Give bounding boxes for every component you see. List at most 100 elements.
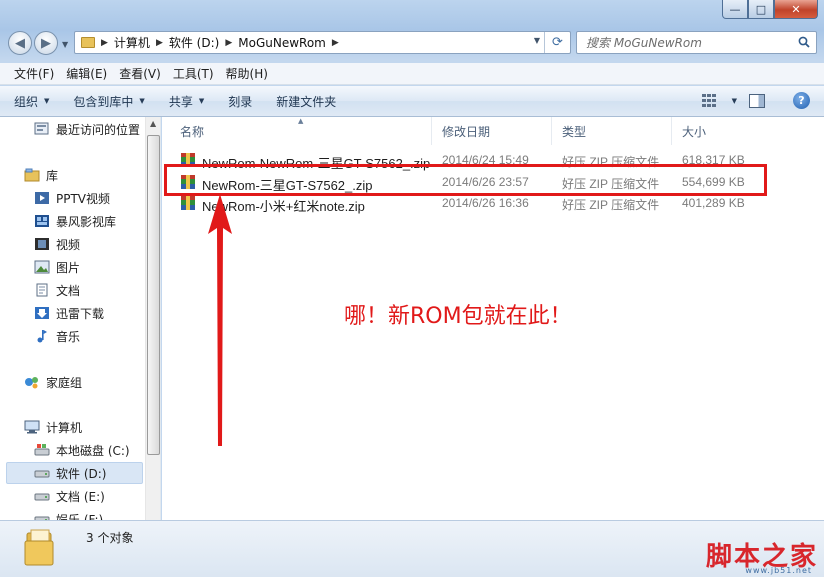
nav-libraries[interactable]: 库: [24, 164, 58, 186]
chevron-right-icon[interactable]: ▶: [332, 38, 339, 48]
breadcrumb-mogunewrom[interactable]: MoGuNewRom: [238, 36, 326, 50]
nav-library-label: 视频: [56, 237, 81, 252]
system-drive-icon: [34, 444, 50, 456]
column-type[interactable]: 类型: [552, 117, 672, 145]
zip-archive-icon: [181, 196, 195, 210]
column-size[interactable]: 大小: [672, 117, 762, 145]
nav-homegroup[interactable]: 家庭组: [24, 371, 82, 393]
nav-drive-label: 本地磁盘 (C:): [56, 443, 130, 458]
change-view-icon[interactable]: [701, 93, 718, 108]
nav-drive-c[interactable]: 本地磁盘 (C:): [34, 439, 130, 461]
back-button[interactable]: ◀: [8, 31, 32, 55]
nav-library-pictures[interactable]: 图片: [34, 256, 80, 278]
nav-homegroup-label: 家庭组: [46, 375, 83, 390]
nav-library-label: 文档: [56, 283, 81, 298]
nav-libraries-label: 库: [46, 168, 59, 183]
forward-arrow-icon: ▶: [41, 35, 51, 51]
chevron-right-icon[interactable]: ▶: [225, 38, 232, 48]
chevron-down-icon[interactable]: ▼: [732, 97, 737, 105]
nav-drive-label: 娱乐 (F:): [56, 512, 104, 521]
nav-library-baofeng[interactable]: 暴风影视库: [34, 210, 116, 232]
chevron-down-icon: ▼: [139, 97, 145, 105]
nav-library-label: 迅雷下载: [56, 306, 105, 321]
column-size-label: 大小: [682, 124, 707, 139]
breadcrumb-drive-d[interactable]: 软件 (D:): [169, 34, 219, 51]
document-icon: [36, 283, 48, 297]
search-box[interactable]: 搜索 MoGuNewRom: [576, 31, 817, 54]
folder-icon: [24, 529, 54, 566]
libraries-icon: [24, 168, 40, 182]
nav-recent-label: 最近访问的位置: [56, 122, 141, 137]
file-modified: 2014/6/26 16:36: [442, 196, 529, 210]
help-icon[interactable]: ?: [793, 92, 810, 109]
caption-buttons: — □ ✕: [722, 0, 818, 20]
file-size: 401,289 KB: [682, 196, 745, 210]
recent-pages-dropdown[interactable]: ▼: [62, 40, 68, 49]
drive-icon: [34, 493, 50, 501]
burn-button[interactable]: 刻录: [228, 93, 252, 110]
new-folder-button[interactable]: 新建文件夹: [276, 93, 336, 110]
file-row[interactable]: NewRom-小米+红米note.zip 2014/6/26 16:36 好压 …: [180, 193, 800, 215]
menu-help[interactable]: 帮助(H): [220, 65, 274, 82]
menu-tools[interactable]: 工具(T): [167, 65, 220, 82]
column-modified[interactable]: 修改日期: [432, 117, 552, 145]
close-button[interactable]: ✕: [774, 0, 818, 19]
preview-pane-icon[interactable]: [749, 93, 765, 108]
download-icon: [35, 307, 49, 319]
column-modified-label: 修改日期: [442, 124, 491, 139]
nav-library-music[interactable]: 音乐: [34, 325, 80, 347]
nav-library-videos[interactable]: 视频: [34, 233, 80, 255]
column-name-label: 名称: [180, 124, 205, 139]
share-button[interactable]: 共享 ▼: [169, 93, 204, 110]
include-in-library-button[interactable]: 包含到库中 ▼: [73, 93, 144, 110]
chevron-down-icon: ▼: [44, 97, 50, 105]
column-name[interactable]: 名称 ▲: [162, 117, 432, 145]
menu-edit[interactable]: 编辑(E): [60, 65, 113, 82]
scroll-up-icon[interactable]: ▲: [150, 119, 156, 128]
forward-button[interactable]: ▶: [34, 31, 58, 55]
nav-library-pptv[interactable]: PPTV视频: [34, 187, 110, 209]
address-bar[interactable]: ▶ 计算机 ▶ 软件 (D:) ▶ MoGuNewRom ▶ ▼ ⟳: [74, 31, 571, 54]
refresh-icon[interactable]: ⟳: [544, 32, 570, 53]
nav-drive-f[interactable]: 娱乐 (F:): [34, 508, 103, 520]
navigation-pane: 最近访问的位置 库 PPTV视频 暴风影视库 视频 图片 文档 迅雷下载 音乐 …: [0, 117, 161, 520]
menu-file[interactable]: 文件(F): [8, 65, 60, 82]
burn-label: 刻录: [228, 94, 253, 109]
nav-computer[interactable]: 计算机: [24, 416, 82, 438]
organize-button[interactable]: 组织 ▼: [14, 93, 49, 110]
nav-recent-places[interactable]: 最近访问的位置: [34, 118, 140, 140]
highlight-box: [164, 164, 767, 196]
chevron-right-icon[interactable]: ▶: [156, 38, 163, 48]
address-dropdown-icon[interactable]: ▼: [534, 36, 540, 45]
scrollbar-thumb[interactable]: [147, 135, 160, 455]
nav-library-documents[interactable]: 文档: [34, 279, 80, 301]
video-library-icon: [35, 192, 49, 204]
chevron-down-icon: ▼: [198, 97, 205, 105]
video-library-icon: [35, 215, 49, 227]
red-arrow-icon: [208, 194, 232, 446]
drive-icon: [34, 516, 50, 520]
nav-library-thunder[interactable]: 迅雷下载: [34, 302, 104, 324]
music-icon: [37, 330, 47, 343]
back-arrow-icon: ◀: [15, 35, 25, 51]
sort-ascending-icon: ▲: [298, 117, 304, 125]
maximize-button[interactable]: □: [748, 0, 774, 19]
menu-view[interactable]: 查看(V): [113, 65, 167, 82]
nav-drive-d[interactable]: 软件 (D:): [6, 462, 143, 484]
watermark-url: www.jb51.net: [745, 566, 812, 575]
minimize-button[interactable]: —: [722, 0, 748, 19]
watermark: 脚本之家 www.jb51.net: [706, 536, 818, 575]
nav-library-label: 音乐: [56, 329, 81, 344]
new-folder-label: 新建文件夹: [276, 94, 337, 109]
search-input[interactable]: 搜索 MoGuNewRom: [586, 34, 702, 51]
menu-bar: 文件(F) 编辑(E) 查看(V) 工具(T) 帮助(H): [0, 63, 824, 85]
share-label: 共享: [168, 94, 193, 109]
nav-computer-label: 计算机: [46, 420, 83, 435]
breadcrumb-computer[interactable]: 计算机: [114, 34, 150, 51]
chevron-right-icon[interactable]: ▶: [101, 38, 108, 48]
nav-scrollbar[interactable]: ▲: [145, 117, 160, 520]
nav-drive-e[interactable]: 文档 (E:): [34, 485, 105, 507]
search-icon[interactable]: [798, 36, 810, 48]
nav-library-label: PPTV视频: [56, 191, 111, 206]
command-bar: 组织 ▼ 包含到库中 ▼ 共享 ▼ 刻录 新建文件夹 ▼ ?: [0, 86, 824, 117]
